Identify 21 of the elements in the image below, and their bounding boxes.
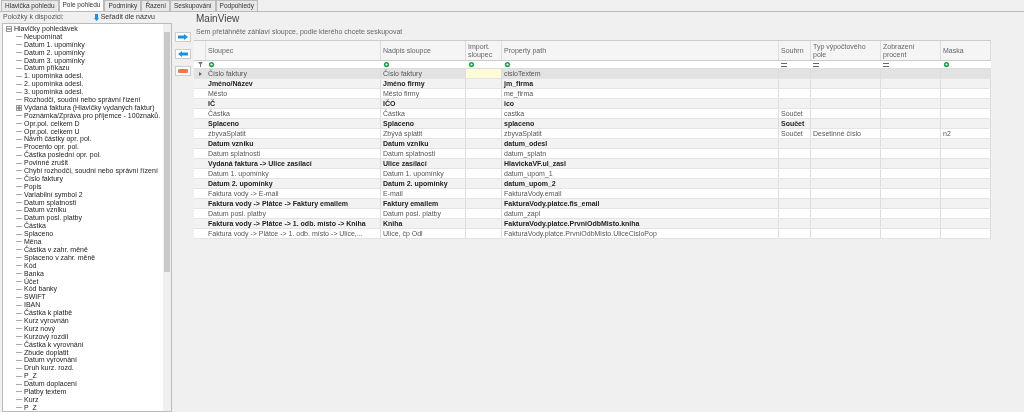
scrollbar[interactable] [163, 24, 171, 411]
filter-icon[interactable] [504, 61, 511, 68]
arrow-down-icon [93, 14, 99, 21]
delete-button[interactable] [175, 66, 191, 76]
filter-icon[interactable] [943, 61, 950, 68]
filter-icon[interactable] [383, 61, 390, 68]
arrow-left-icon [178, 51, 188, 57]
row-pointer-icon [198, 71, 202, 76]
collapse-icon[interactable] [6, 25, 12, 32]
equals-icon[interactable] [883, 62, 889, 67]
add-button[interactable] [175, 32, 191, 42]
focused-cell[interactable] [466, 69, 502, 78]
expand-icon[interactable] [16, 104, 22, 111]
minus-icon [178, 69, 188, 73]
arrow-right-icon [178, 34, 188, 40]
equals-icon[interactable] [813, 62, 819, 67]
filter-icon[interactable] [208, 61, 215, 68]
grid-title: MainView [196, 12, 240, 26]
remove-button[interactable] [175, 49, 191, 59]
filter-icon[interactable] [468, 61, 475, 68]
equals-icon[interactable] [781, 62, 787, 67]
